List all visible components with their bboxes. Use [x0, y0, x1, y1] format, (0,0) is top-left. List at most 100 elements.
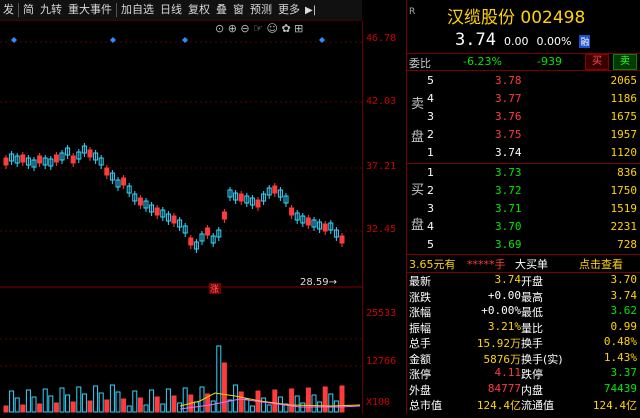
stat-row: 外盘 84777 内盘 74439	[407, 382, 640, 397]
buy-row[interactable]: 3 3.71 1519	[407, 200, 640, 218]
volume-bar	[221, 362, 227, 413]
last-price: 3.74	[455, 30, 496, 50]
volume-bar	[305, 387, 311, 413]
stat-row: 最新 3.74 开盘 3.70	[407, 273, 640, 288]
stat-value: +0.00	[487, 288, 521, 302]
buy-row[interactable]: 5 3.69 728	[407, 236, 640, 254]
sell-row[interactable]: 2 3.75 1957	[407, 126, 640, 144]
big-order-text: 大买单	[515, 258, 548, 271]
big-order-link[interactable]: 点击查看	[579, 256, 623, 272]
sell-row[interactable]: 3 3.76 1675	[407, 108, 640, 126]
price-change: 0.00	[503, 35, 529, 48]
low-price-marker: 28.59→	[300, 277, 337, 288]
weibi-label: 委比	[409, 57, 431, 70]
candle-body	[255, 199, 261, 208]
candle-body	[87, 149, 93, 158]
candle-body	[221, 211, 227, 220]
stat-label: 金额	[409, 352, 431, 366]
volume-bar	[20, 404, 26, 413]
buy-volume: 836	[617, 166, 637, 179]
kline-svg: 28.59→ 涨	[0, 37, 362, 413]
toolbar-item-window[interactable]: 窗	[230, 0, 247, 20]
volume-bar	[115, 391, 121, 413]
toolbar-item-add-watchlist[interactable]: 加自选	[118, 0, 157, 20]
stat-value: 124.4亿	[592, 399, 637, 412]
volume-bar	[294, 395, 300, 413]
toolbar-item-more[interactable]: 更多	[275, 0, 303, 20]
sell-level: 5	[427, 74, 434, 87]
volume-bar	[272, 389, 278, 413]
buy-level: 2	[427, 184, 434, 197]
stat-row: 金额 5876万 换手(实) 1.43%	[407, 351, 640, 366]
candle-body	[154, 207, 160, 216]
candle-body	[339, 235, 345, 244]
price-axis: 46.78 42.03 37.21 32.45 25533 12766 X100	[362, 21, 407, 414]
candle-body	[171, 215, 177, 224]
toolbar-item-jian[interactable]: 简	[20, 0, 37, 20]
stat-label: 最高	[521, 290, 543, 304]
sell-volume: 1675	[610, 110, 638, 123]
stat-value: 5876万	[483, 352, 522, 366]
stat-label: 外盘	[409, 383, 431, 397]
event-marker-icon	[319, 37, 325, 43]
volume-bar	[53, 402, 59, 413]
stat-value: 124.4亿	[476, 399, 521, 412]
sell-level: 2	[427, 128, 434, 141]
play-icon[interactable]: ▶|	[303, 5, 318, 16]
candle-body	[3, 157, 9, 166]
candle-body	[238, 193, 244, 202]
volume-bar	[132, 390, 138, 413]
toolbar-item-adjust[interactable]: 复权	[185, 0, 213, 20]
volume-bar	[227, 399, 233, 413]
volume-bar	[59, 387, 65, 413]
buy-row[interactable]: 1 3.73 836	[407, 164, 640, 182]
price-tick: 42.03	[366, 96, 397, 107]
sell-row[interactable]: 4 3.77 1186	[407, 90, 640, 108]
toolbar-item-jiuzhuan[interactable]: 九转	[37, 0, 65, 20]
sell-row[interactable]: 5 3.78 2065	[407, 72, 640, 90]
stat-value: 15.92万	[476, 337, 521, 350]
weibi-diff: -939	[537, 55, 562, 68]
candle-body	[305, 217, 311, 226]
stat-value: 84777	[487, 381, 521, 395]
big-order-bar: 3.65元有 *****手 大买单 点击查看	[407, 254, 640, 273]
buy-row[interactable]: 2 3.72 1750	[407, 182, 640, 200]
price-change-pct: 0.00%	[536, 35, 572, 48]
buy-button[interactable]: 买	[585, 54, 609, 70]
toolbar-item-fa[interactable]: 发	[0, 0, 17, 20]
toolbar-item-overlay[interactable]: 叠	[213, 0, 230, 20]
sell-price: 3.75	[495, 128, 522, 141]
toolbar-item-daily[interactable]: 日线	[157, 0, 185, 20]
candle-body	[137, 197, 143, 206]
volume-bar	[177, 402, 183, 413]
buy-row[interactable]: 4 3.70 2231	[407, 218, 640, 236]
stat-label: 内盘	[521, 383, 543, 397]
stat-label: 换手(实)	[521, 352, 563, 366]
volume-bar	[339, 385, 345, 413]
buy-price: 3.72	[495, 184, 522, 197]
toolbar-item-major-events[interactable]: 重大事件	[65, 0, 115, 20]
volume-bar	[104, 399, 110, 413]
volume-bar	[137, 397, 143, 413]
toolbar-item-forecast[interactable]: 预测	[247, 0, 275, 20]
volume-bar	[31, 396, 37, 413]
sell-row[interactable]: 1 3.74 1120	[407, 144, 640, 162]
stock-name: 汉缆股份	[447, 8, 515, 28]
stat-value: 3.21%	[487, 319, 521, 333]
stat-label: 换手	[521, 337, 543, 350]
margin-badge: 融	[579, 35, 591, 48]
kline-chart[interactable]: 28.59→ 涨	[0, 21, 362, 414]
volume-bar	[261, 397, 267, 413]
volume-bar	[289, 388, 295, 413]
toolbar-separator	[116, 3, 117, 17]
candle-body	[53, 154, 59, 163]
volume-bar	[266, 404, 272, 413]
candle-body	[104, 167, 110, 176]
candle-body	[289, 207, 295, 216]
price-tick: 32.45	[366, 224, 397, 235]
sell-button[interactable]: 卖	[613, 54, 637, 70]
event-marker-icon	[182, 37, 188, 43]
candle-body	[20, 154, 26, 163]
stat-value: 3.70	[610, 273, 638, 286]
volume-bar	[322, 386, 328, 413]
